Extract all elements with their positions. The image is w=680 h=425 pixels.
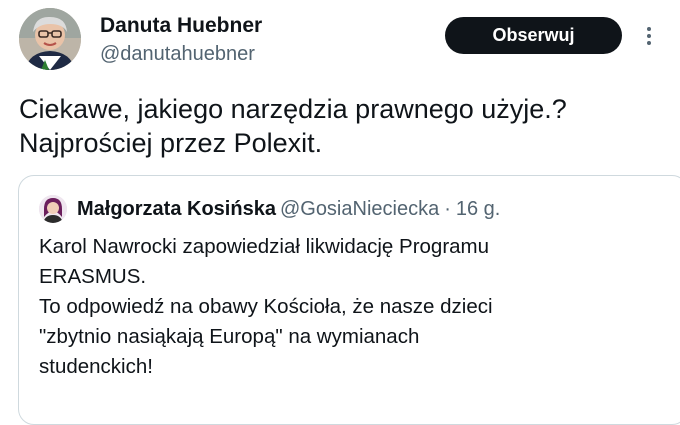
quote-meta: Małgorzata Kosińska @GosiaNieciecka · 16 g. [77, 197, 500, 221]
author-name[interactable]: Danuta Huebner [100, 13, 262, 39]
more-dot [647, 34, 651, 38]
tweet: Danuta Huebner @danutahuebner Obserwuj C… [0, 0, 680, 425]
quote-author-avatar[interactable] [39, 195, 67, 223]
quote-text-line: "zbytnio nasiąkają Europą" na wymianach [39, 325, 420, 348]
quote-timestamp[interactable]: 16 g. [456, 198, 500, 220]
tweet-text-line: Ciekawe, jakiego narzędzia prawnego użyj… [19, 94, 567, 124]
more-icon[interactable] [638, 18, 660, 54]
quote-separator: · [444, 198, 451, 220]
follow-button[interactable]: Obserwuj [445, 17, 622, 54]
tweet-text: Ciekawe, jakiego narzędzia prawnego użyj… [19, 92, 659, 160]
quote-text-line: ERASMUS. [39, 265, 147, 288]
author-avatar[interactable] [19, 8, 81, 70]
quote-text: Karol Nawrocki zapowiedział likwidację P… [39, 232, 639, 382]
quoted-tweet[interactable]: Małgorzata Kosińska @GosiaNieciecka · 16 g.… [18, 175, 680, 425]
quote-text-line: studenckich! [39, 355, 153, 378]
quote-author-name[interactable]: Małgorzata Kosińska [77, 198, 276, 220]
quote-text-line: Karol Nawrocki zapowiedział likwidację P… [39, 235, 490, 258]
more-dot [647, 27, 651, 31]
more-dot [647, 41, 651, 45]
author-handle[interactable]: @danutahuebner [100, 41, 255, 67]
quote-author-handle[interactable]: @GosiaNieciecka [280, 198, 439, 220]
tweet-text-line: Najprościej przez Polexit. [19, 128, 323, 158]
quote-text-line: To odpowiedź na obawy Kościoła, że nasze… [39, 295, 493, 318]
